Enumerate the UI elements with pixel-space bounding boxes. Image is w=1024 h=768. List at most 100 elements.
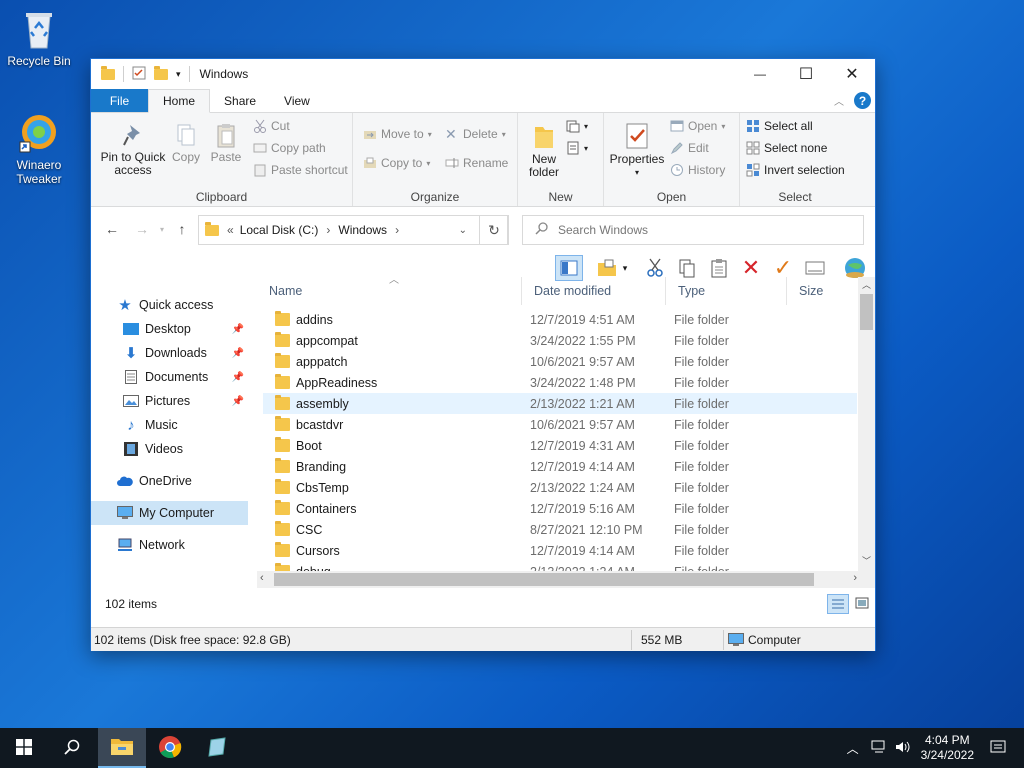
new-folder-button[interactable]: New folder <box>524 121 564 179</box>
scroll-right-icon[interactable]: › <box>853 572 857 584</box>
select-all-button[interactable]: Select all <box>746 119 813 133</box>
start-button[interactable] <box>0 728 48 768</box>
nav-item-quick-access[interactable]: ★ Quick access <box>91 293 248 317</box>
delete-button[interactable]: ✕ Delete ▾ <box>445 127 506 141</box>
table-row[interactable]: assembly 2/13/2022 1:21 AM File folder <box>263 393 857 414</box>
paste-button[interactable]: Paste <box>209 123 243 164</box>
tab-view[interactable]: View <box>270 89 324 112</box>
chevron-right-icon[interactable]: › <box>395 223 399 237</box>
select-none-button[interactable]: Select none <box>746 141 827 155</box>
paste-shortcut-button[interactable]: Paste shortcut <box>253 163 348 177</box>
chevron-down-icon[interactable]: ▾ <box>176 69 181 80</box>
rename-button[interactable]: Rename <box>445 156 508 170</box>
table-row[interactable]: AppReadiness 3/24/2022 1:48 PM File folder <box>263 372 857 393</box>
nav-item-music[interactable]: ♪ Music <box>91 413 248 437</box>
tab-home[interactable]: Home <box>148 89 211 113</box>
nav-item-documents[interactable]: Documents 📌 <box>91 365 248 389</box>
table-row[interactable]: appcompat 3/24/2022 1:55 PM File folder <box>263 330 857 351</box>
taskbar-chrome[interactable] <box>146 728 194 768</box>
properties-qat-icon[interactable] <box>132 66 146 83</box>
history-button[interactable]: History <box>670 163 725 177</box>
desktop-icon-recycle-bin[interactable]: Recycle Bin <box>1 8 77 68</box>
nav-item-pictures[interactable]: Pictures 📌 <box>91 389 248 413</box>
table-row[interactable]: CbsTemp 2/13/2022 1:24 AM File folder <box>263 477 857 498</box>
pin-icon[interactable]: 📌 <box>232 372 244 383</box>
nav-item-onedrive[interactable]: OneDrive <box>91 469 248 493</box>
column-header-size[interactable]: Size <box>787 277 861 305</box>
large-icons-view-icon[interactable] <box>855 597 869 612</box>
volume-icon[interactable] <box>895 740 911 757</box>
folder-icon <box>275 332 290 347</box>
pin-icon[interactable]: 📌 <box>232 348 244 359</box>
table-row[interactable]: CSC 8/27/2021 12:10 PM File folder <box>263 519 857 540</box>
refresh-icon[interactable]: ↻ <box>479 215 509 245</box>
minimize-button[interactable]: — <box>737 59 783 89</box>
clock[interactable]: 4:04 PM 3/24/2022 <box>921 733 974 763</box>
copy-path-button[interactable]: Copy path <box>253 141 326 155</box>
breadcrumb-segment-drive[interactable]: Local Disk (C:) <box>240 223 319 237</box>
back-arrow-icon[interactable]: ← <box>99 216 125 242</box>
horizontal-scrollbar[interactable]: ‹ › <box>257 571 860 588</box>
table-row[interactable]: Branding 12/7/2019 4:14 AM File folder <box>263 456 857 477</box>
table-row[interactable]: Boot 12/7/2019 4:31 AM File folder <box>263 435 857 456</box>
new-folder-qat-icon[interactable] <box>154 65 168 80</box>
taskbar-file-explorer[interactable] <box>98 728 146 768</box>
column-header-type[interactable]: Type <box>666 277 787 305</box>
help-icon[interactable]: ? <box>854 92 871 109</box>
scroll-up-icon[interactable]: ︿ <box>858 277 875 294</box>
cut-button[interactable]: Cut <box>253 119 290 133</box>
network-icon[interactable] <box>871 740 887 757</box>
column-header-name[interactable]: Name <box>257 277 522 305</box>
search-button[interactable] <box>48 728 96 768</box>
tab-file[interactable]: File <box>91 89 148 112</box>
vertical-scrollbar[interactable]: ︿ ﹀ <box>858 277 875 588</box>
invert-selection-button[interactable]: Invert selection <box>746 163 845 177</box>
details-view-icon[interactable] <box>827 594 849 614</box>
easy-access-button[interactable]: ▾ <box>566 141 588 155</box>
column-header-date-modified[interactable]: Date modified <box>522 277 666 305</box>
title-bar[interactable]: ▾ Windows — ☐ ✕ <box>91 59 875 89</box>
breadcrumb-overflow[interactable]: « <box>227 223 234 237</box>
properties-button[interactable]: Properties ▾ <box>608 121 666 179</box>
table-row[interactable]: apppatch 10/6/2021 9:57 AM File folder <box>263 351 857 372</box>
scroll-left-icon[interactable]: ‹ <box>260 572 264 584</box>
nav-item-videos[interactable]: Videos <box>91 437 248 461</box>
scrollbar-thumb[interactable] <box>860 294 873 330</box>
nav-item-desktop[interactable]: Desktop 📌 <box>91 317 248 341</box>
taskbar-app[interactable] <box>194 728 242 768</box>
maximize-button[interactable]: ☐ <box>783 59 829 89</box>
table-row[interactable]: bcastdvr 10/6/2021 9:57 AM File folder <box>263 414 857 435</box>
search-input[interactable]: Search Windows <box>522 215 864 245</box>
nav-item-downloads[interactable]: ⬇ Downloads 📌 <box>91 341 248 365</box>
scrollbar-thumb[interactable] <box>274 573 814 586</box>
collapse-ribbon-icon[interactable]: ︿ <box>834 93 844 108</box>
chevron-right-icon[interactable]: › <box>326 223 330 237</box>
copy-button[interactable]: Copy <box>171 123 201 164</box>
pin-icon[interactable]: 📌 <box>232 324 244 335</box>
pin-to-quick-access-button[interactable]: Pin to Quick access <box>97 123 169 177</box>
address-bar[interactable]: « Local Disk (C:) › Windows › ⌄ <box>198 215 508 245</box>
new-item-button[interactable]: ▾ <box>566 119 588 133</box>
pin-icon[interactable]: 📌 <box>232 396 244 407</box>
tab-share[interactable]: Share <box>210 89 270 112</box>
edit-button[interactable]: Edit <box>670 141 709 155</box>
copy-to-button[interactable]: Copy to ▾ <box>363 156 430 170</box>
breadcrumb-segment-folder[interactable]: Windows <box>338 223 387 237</box>
table-row[interactable]: Containers 12/7/2019 5:16 AM File folder <box>263 498 857 519</box>
address-dropdown-icon[interactable]: ⌄ <box>459 225 467 236</box>
table-row[interactable]: addins 12/7/2019 4:51 AM File folder <box>263 309 857 330</box>
close-button[interactable]: ✕ <box>829 59 875 89</box>
edit-icon <box>670 141 684 155</box>
chevron-up-icon[interactable]: ︿ <box>847 740 859 757</box>
desktop-icon-winaero-tweaker[interactable]: Winaero Tweaker <box>1 112 77 186</box>
recent-locations-icon[interactable]: ▾ <box>155 216 169 242</box>
table-row[interactable]: Cursors 12/7/2019 4:14 AM File folder <box>263 540 857 561</box>
open-button[interactable]: Open ▾ <box>670 119 725 133</box>
move-to-button[interactable]: Move to ▾ <box>363 127 432 141</box>
nav-item-my-computer[interactable]: My Computer <box>91 501 248 525</box>
scroll-down-icon[interactable]: ﹀ <box>858 554 875 567</box>
up-arrow-icon[interactable]: ↑ <box>169 216 195 242</box>
notifications-icon[interactable] <box>990 739 1006 758</box>
nav-item-network[interactable]: Network <box>91 533 248 557</box>
forward-arrow-icon[interactable]: → <box>129 216 155 242</box>
